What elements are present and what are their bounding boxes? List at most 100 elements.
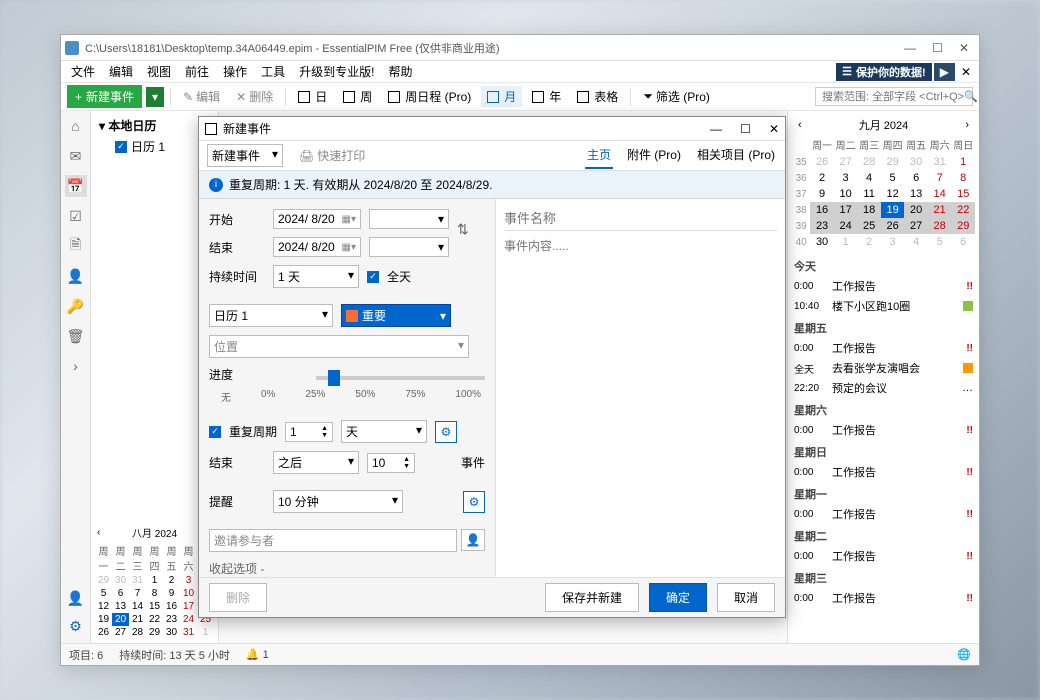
cal-day[interactable]: 23 <box>810 218 834 234</box>
cal-day[interactable]: 23 <box>163 613 180 626</box>
tree-item-calendar1[interactable]: ✓ 日历 1 <box>95 136 214 157</box>
cal-day[interactable]: 28 <box>928 218 952 234</box>
cal-day[interactable]: 17 <box>834 202 858 218</box>
cal-day[interactable]: 9 <box>163 587 180 600</box>
cal-day[interactable]: 29 <box>146 626 163 639</box>
new-event-button[interactable]: + 新建事件 <box>67 85 142 108</box>
view-week[interactable]: 周 <box>337 86 378 107</box>
cal-day[interactable]: 10 <box>834 186 858 202</box>
cal-day[interactable]: 27 <box>904 218 928 234</box>
cal-day[interactable]: 13 <box>112 600 129 613</box>
cal-day[interactable]: 12 <box>95 600 112 613</box>
cancel-button[interactable]: 取消 <box>717 583 775 612</box>
cal-day[interactable]: 30 <box>904 154 928 170</box>
cal-day[interactable]: 13 <box>904 186 928 202</box>
cal-day[interactable]: 2 <box>810 170 834 186</box>
cal-day[interactable]: 8 <box>951 170 975 186</box>
participants-input[interactable]: 邀请参与者 <box>209 529 457 552</box>
search-box[interactable]: 🔍 <box>815 87 973 106</box>
repeat-settings-button[interactable]: ⚙ <box>435 421 457 443</box>
cal-day[interactable]: 15 <box>146 600 163 613</box>
cal-day[interactable]: 8 <box>146 587 163 600</box>
sidebar-user-icon[interactable]: 👤 <box>65 587 87 609</box>
cal-day[interactable]: 25 <box>857 218 881 234</box>
cal-day[interactable]: 29 <box>881 154 905 170</box>
tree-root[interactable]: ▾ 本地日历 <box>95 115 214 136</box>
end-time-input[interactable]: ▾ <box>369 237 449 257</box>
agenda-item[interactable]: 22:20预定的会议… <box>788 378 979 398</box>
menu-action[interactable]: 操作 <box>217 61 253 82</box>
cal-day[interactable]: 1 <box>146 574 163 587</box>
cal-day[interactable]: 30 <box>163 626 180 639</box>
repeat-unit-select[interactable]: 天▾ <box>341 420 427 443</box>
rcal-next[interactable]: › <box>965 119 969 131</box>
menu-tools[interactable]: 工具 <box>255 61 291 82</box>
cal-day[interactable]: 29 <box>951 218 975 234</box>
cal-day[interactable]: 30 <box>112 574 129 587</box>
calendar-select[interactable]: 日历 1▾ <box>209 304 333 327</box>
repeat-count-input[interactable]: 1▲▼ <box>285 422 333 442</box>
cal-day[interactable]: 6 <box>951 234 975 250</box>
cal-day[interactable]: 6 <box>112 587 129 600</box>
cal-day[interactable]: 16 <box>163 600 180 613</box>
cal-day[interactable]: 21 <box>129 613 146 626</box>
menu-upgrade[interactable]: 升级到专业版! <box>293 61 380 82</box>
view-day[interactable]: 日 <box>292 86 333 107</box>
delete-event-button[interactable]: 删除 <box>209 583 267 612</box>
allday-checkbox[interactable]: ✓ <box>367 271 379 283</box>
cal-day[interactable]: 18 <box>857 202 881 218</box>
cal-day[interactable]: 7 <box>129 587 146 600</box>
subject-input[interactable] <box>504 207 777 231</box>
tab-main[interactable]: 主页 <box>585 142 613 169</box>
sidebar-settings-icon[interactable]: ⚙ <box>65 615 87 637</box>
menu-file[interactable]: 文件 <box>65 61 101 82</box>
menu-goto[interactable]: 前往 <box>179 61 215 82</box>
agenda-item[interactable]: 10:40楼下小区跑10圈 <box>788 296 979 316</box>
reminder-select[interactable]: 10 分钟▾ <box>273 490 403 513</box>
agenda-item[interactable]: 0:00工作报告!! <box>788 546 979 566</box>
cal-day[interactable]: 27 <box>834 154 858 170</box>
cal-day[interactable]: 4 <box>857 170 881 186</box>
cal-day[interactable]: 29 <box>95 574 112 587</box>
banner-close[interactable]: ✕ <box>957 65 975 79</box>
cal-day[interactable]: 5 <box>95 587 112 600</box>
agenda-item[interactable]: 0:00工作报告!! <box>788 420 979 440</box>
cal-day[interactable]: 19 <box>881 202 905 218</box>
cal-day[interactable]: 9 <box>810 186 834 202</box>
sidebar-passwords-icon[interactable]: 🔑 <box>65 295 87 317</box>
cal-day[interactable]: 31 <box>129 574 146 587</box>
agenda-item[interactable]: 0:00工作报告!! <box>788 338 979 358</box>
maximize-button[interactable]: ☐ <box>932 41 943 55</box>
cal-day[interactable]: 12 <box>881 186 905 202</box>
tab-related[interactable]: 相关项目 (Pro) <box>695 142 777 169</box>
cal-day[interactable]: 1 <box>951 154 975 170</box>
agenda-item[interactable]: 0:00工作报告!! <box>788 462 979 482</box>
cal-day[interactable]: 5 <box>928 234 952 250</box>
tab-attach[interactable]: 附件 (Pro) <box>625 142 683 169</box>
cal-day[interactable]: 1 <box>834 234 858 250</box>
view-year[interactable]: 年 <box>526 86 567 107</box>
dialog-maximize[interactable]: ☐ <box>740 122 751 136</box>
checkbox-icon[interactable]: ✓ <box>115 141 127 153</box>
cal-day[interactable]: 26 <box>95 626 112 639</box>
cal-day[interactable]: 31 <box>180 626 197 639</box>
cal-prev[interactable]: ‹ <box>97 527 100 538</box>
menu-edit[interactable]: 编辑 <box>103 61 139 82</box>
sidebar-contacts-icon[interactable]: 👤 <box>65 265 87 287</box>
quick-print-button[interactable]: 🖨 快速打印 <box>293 145 371 166</box>
cal-day[interactable]: 7 <box>928 170 952 186</box>
priority-select[interactable]: 重要▾ <box>341 304 451 327</box>
cal-day[interactable]: 30 <box>810 234 834 250</box>
cal-day[interactable]: 14 <box>928 186 952 202</box>
cal-day[interactable]: 22 <box>951 202 975 218</box>
cal-day[interactable]: 20 <box>112 613 129 626</box>
edit-button[interactable]: ✎ 编辑 <box>177 86 226 107</box>
agenda-item[interactable]: 0:00工作报告!! <box>788 276 979 296</box>
cal-day[interactable]: 5 <box>881 170 905 186</box>
cal-day[interactable]: 15 <box>951 186 975 202</box>
cal-day[interactable]: 11 <box>857 186 881 202</box>
agenda-item[interactable]: 0:00工作报告!! <box>788 504 979 524</box>
end-mode-select[interactable]: 之后▾ <box>273 451 359 474</box>
cal-day[interactable]: 1 <box>197 626 214 639</box>
cal-day[interactable]: 10 <box>180 587 197 600</box>
